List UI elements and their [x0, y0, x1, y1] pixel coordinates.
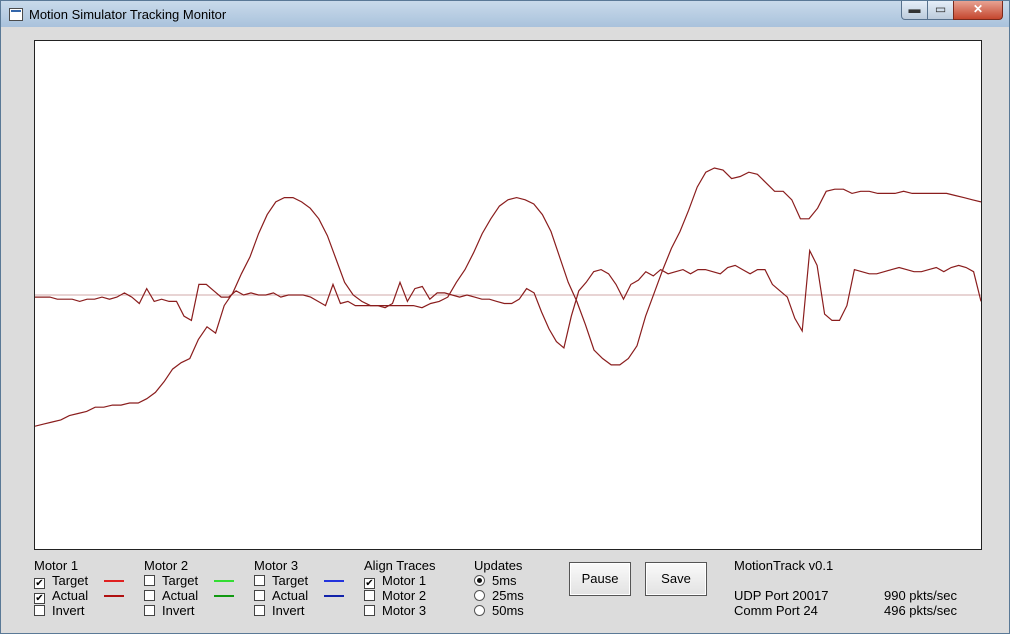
- motor2-actual-checkbox[interactable]: [144, 590, 155, 601]
- align-traces-group: Align Traces ✔ Motor 1 Motor 2 Motor 3: [364, 558, 436, 618]
- align-motor1-row[interactable]: ✔ Motor 1: [364, 573, 436, 589]
- motor1-actual-label: Actual: [52, 588, 89, 603]
- trace-chart: [35, 167, 981, 427]
- updates-25ms-label: 25ms: [492, 588, 524, 603]
- motor3-target-row[interactable]: Target: [254, 573, 344, 588]
- motor2-target-checkbox[interactable]: [144, 575, 155, 586]
- comm-rate-label: 496 pkts/sec: [884, 603, 957, 618]
- motor3-invert-label: Invert: [272, 603, 305, 618]
- updates-50ms-radio[interactable]: [474, 605, 485, 616]
- motor1-invert-row[interactable]: Invert: [34, 603, 88, 618]
- updates-5ms-row[interactable]: 5ms: [474, 573, 524, 588]
- app-window: Motion Simulator Tracking Monitor ▬ ▭ ✕ …: [0, 0, 1010, 634]
- motor2-actual-swatch: [214, 595, 234, 597]
- trace-plot: [34, 40, 982, 550]
- motor1-group: Motor 1 ✔ Target ✔ Actual Invert: [34, 558, 124, 618]
- motor3-target-swatch: [324, 580, 344, 582]
- motor3-actual-swatch: [324, 595, 344, 597]
- motor3-target-checkbox[interactable]: [254, 575, 265, 586]
- motor1-target-label: Target: [52, 573, 89, 588]
- client-area: Motor 1 ✔ Target ✔ Actual Invert Motor 2 T…: [9, 27, 1001, 629]
- window-title: Motion Simulator Tracking Monitor: [29, 7, 227, 22]
- updates-50ms-label: 50ms: [492, 603, 524, 618]
- updates-label: Updates: [474, 558, 523, 573]
- comm-port-label: Comm Port 24: [734, 603, 818, 618]
- trace-line-2: [35, 167, 981, 427]
- maximize-button[interactable]: ▭: [927, 1, 954, 20]
- motor3-actual-label: Actual: [272, 588, 309, 603]
- trace-line-1: [35, 248, 981, 349]
- motor3-target-label: Target: [272, 573, 309, 588]
- app-icon: [9, 8, 23, 21]
- updates-group: Updates 5ms 25ms 50ms: [474, 558, 524, 618]
- motor3-invert-row[interactable]: Invert: [254, 603, 308, 618]
- motor1-label: Motor 1: [34, 558, 79, 573]
- motor2-label: Motor 2: [144, 558, 189, 573]
- align-motor2-row[interactable]: Motor 2: [364, 588, 436, 603]
- pause-button[interactable]: Pause: [569, 562, 631, 596]
- motor1-target-swatch: [104, 580, 124, 582]
- motor1-invert-checkbox[interactable]: [34, 605, 45, 616]
- motor2-actual-row[interactable]: Actual: [144, 588, 234, 603]
- motor2-invert-label: Invert: [162, 603, 195, 618]
- align-motor2-label: Motor 2: [382, 588, 427, 603]
- motor1-invert-label: Invert: [52, 603, 85, 618]
- motor1-actual-row[interactable]: ✔ Actual: [34, 588, 124, 604]
- motor2-group: Motor 2 Target Actual Invert: [144, 558, 234, 618]
- minimize-button[interactable]: ▬: [901, 1, 928, 20]
- version-label: MotionTrack v0.1: [734, 558, 834, 573]
- motor2-invert-row[interactable]: Invert: [144, 603, 198, 618]
- align-motor1-label: Motor 1: [382, 573, 427, 588]
- motor3-invert-checkbox[interactable]: [254, 605, 265, 616]
- motor3-actual-checkbox[interactable]: [254, 590, 265, 601]
- updates-5ms-radio[interactable]: [474, 575, 485, 586]
- motor1-target-row[interactable]: ✔ Target: [34, 573, 124, 589]
- udp-rate-label: 990 pkts/sec: [884, 588, 957, 603]
- align-traces-label: Align Traces: [364, 558, 436, 573]
- align-motor3-row[interactable]: Motor 3: [364, 603, 436, 618]
- save-button[interactable]: Save: [645, 562, 707, 596]
- updates-50ms-row[interactable]: 50ms: [474, 603, 524, 618]
- align-motor3-label: Motor 3: [382, 603, 427, 618]
- close-button[interactable]: ✕: [953, 1, 1003, 20]
- motor3-actual-row[interactable]: Actual: [254, 588, 344, 603]
- title-bar[interactable]: Motion Simulator Tracking Monitor ▬ ▭ ✕: [1, 1, 1009, 27]
- motor3-group: Motor 3 Target Actual Invert: [254, 558, 344, 618]
- updates-5ms-label: 5ms: [492, 573, 517, 588]
- motor2-target-swatch: [214, 580, 234, 582]
- motor3-label: Motor 3: [254, 558, 299, 573]
- updates-25ms-row[interactable]: 25ms: [474, 588, 524, 603]
- motor2-actual-label: Actual: [162, 588, 199, 603]
- motor2-invert-checkbox[interactable]: [144, 605, 155, 616]
- motor2-target-label: Target: [162, 573, 199, 588]
- align-motor3-checkbox[interactable]: [364, 605, 375, 616]
- motor2-target-row[interactable]: Target: [144, 573, 234, 588]
- updates-25ms-radio[interactable]: [474, 590, 485, 601]
- udp-port-label: UDP Port 20017: [734, 588, 829, 603]
- motor1-actual-swatch: [104, 595, 124, 597]
- align-motor2-checkbox[interactable]: [364, 590, 375, 601]
